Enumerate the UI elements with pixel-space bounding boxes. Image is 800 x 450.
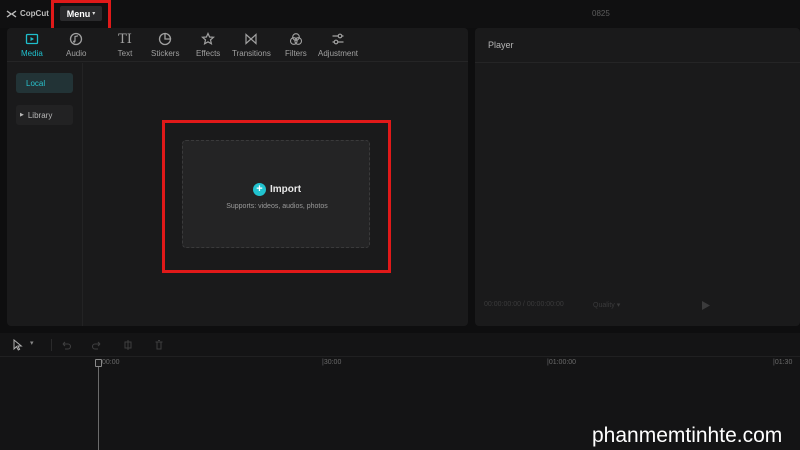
tab-audio[interactable]: Audio [66, 31, 86, 58]
tick-label: |01:30 [773, 359, 793, 366]
tick-label: |30:00 [322, 359, 342, 366]
tab-label: Media [21, 49, 43, 58]
transitions-icon [243, 31, 259, 47]
plus-icon: + [252, 183, 266, 196]
timeline-toolbar: ▾ [0, 333, 800, 357]
timeline-ruler[interactable]: 00:00 |30:00 |01:00:00 |01:30 [0, 357, 800, 371]
tick-label: |01:00:00 [547, 359, 577, 366]
player-panel: Player 00:00:00:00 / 00:00:00:00 Quality… [475, 28, 800, 326]
player-title: Player [488, 40, 514, 50]
delete-icon[interactable] [153, 339, 165, 351]
tab-stickers[interactable]: Stickers [151, 31, 179, 58]
tab-label: Audio [66, 49, 87, 58]
media-icon [24, 31, 40, 47]
media-sidebar: Local ▶ Library [7, 63, 83, 326]
tab-label: Effects [196, 49, 221, 58]
playhead-handle[interactable] [95, 359, 102, 367]
filters-icon [288, 31, 304, 47]
audio-icon [68, 31, 84, 47]
tab-label: Stickers [151, 49, 180, 58]
quality-label: Quality [593, 302, 615, 309]
undo-icon[interactable] [60, 339, 72, 351]
app-name: CopCut [20, 9, 49, 18]
tab-transitions[interactable]: Transitions [232, 31, 271, 58]
text-icon: TI [118, 31, 132, 47]
menu-highlight-box [51, 0, 111, 31]
player-divider [475, 62, 800, 63]
tab-filters[interactable]: Filters [285, 31, 307, 58]
tick-label: 00:00 [102, 359, 120, 366]
select-cursor-icon[interactable] [12, 339, 24, 351]
tab-adjustment[interactable]: Adjustment [318, 31, 358, 58]
tab-text[interactable]: TI Text [117, 31, 133, 59]
import-button[interactable]: + Import [183, 183, 371, 196]
sidebar-item-label: Library [27, 110, 53, 120]
split-icon[interactable] [122, 339, 134, 351]
title-bar: CopCut Menu ▾ 0825 [0, 0, 800, 31]
sidebar-item-label: Local [26, 78, 46, 88]
effects-icon [200, 31, 216, 47]
caret-right-icon: ▶ [20, 112, 24, 118]
play-icon[interactable] [702, 301, 710, 310]
sidebar-item-local[interactable]: Local [16, 73, 73, 93]
player-timecode: 00:00:00:00 / 00:00:00:00 [484, 301, 564, 308]
sticker-icon [157, 31, 173, 47]
tab-label: Transitions [232, 49, 271, 58]
playhead-line[interactable] [98, 360, 99, 450]
tab-media[interactable]: Media [21, 31, 43, 58]
capcut-logo-icon [6, 9, 17, 18]
adjustment-icon [330, 31, 346, 47]
chevron-down-icon[interactable]: ▾ [30, 339, 42, 351]
watermark-text: phanmemtinhte.com [592, 424, 783, 447]
redo-icon[interactable] [91, 339, 103, 351]
chevron-down-icon: ▾ [616, 302, 621, 309]
tab-label: Text [117, 49, 133, 58]
toolbar-divider [51, 339, 52, 351]
import-label: Import [269, 184, 302, 195]
tab-label: Filters [285, 49, 307, 58]
tab-effects[interactable]: Effects [196, 31, 220, 58]
project-name: 0825 [592, 9, 610, 18]
tab-label: Adjustment [318, 49, 359, 58]
import-supports-text: Supports: videos, audios, photos [226, 203, 328, 210]
app-logo: CopCut [6, 9, 49, 18]
sidebar-item-library[interactable]: ▶ Library [16, 105, 73, 125]
asset-tabs: Media Audio TI Text Stickers Effects Tra… [7, 28, 468, 62]
quality-selector[interactable]: Quality ▾ [593, 301, 620, 309]
import-dropzone[interactable]: + Import Supports: videos, audios, photo… [182, 140, 370, 248]
